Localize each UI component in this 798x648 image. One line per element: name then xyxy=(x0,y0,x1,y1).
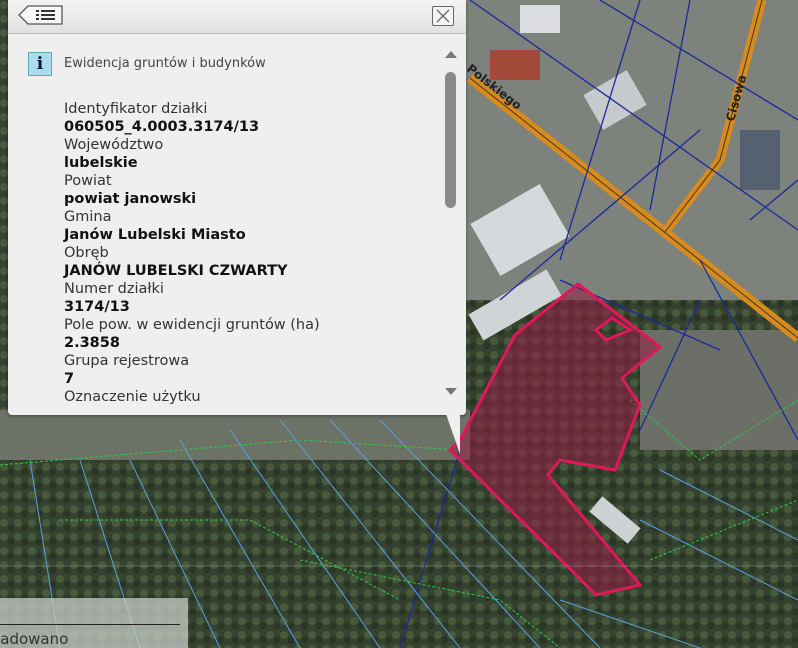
close-button[interactable] xyxy=(432,6,454,26)
attribute-list: Identyfikator działki 060505_4.0003.3174/… xyxy=(64,100,434,406)
panel-header xyxy=(8,0,466,34)
field-label: Powiat xyxy=(64,173,112,189)
field-label: Grupa rejestrowa xyxy=(64,353,190,369)
layer-source-title: Ewidencja gruntów i budynków xyxy=(64,56,266,71)
field-label: Województwo xyxy=(64,137,164,153)
field-value: 2.3858 xyxy=(64,335,120,351)
field-oznaczenie: Oznaczenie użytku xyxy=(64,388,434,406)
field-value: JANÓW LUBELSKI CZWARTY xyxy=(64,263,288,279)
status-overlay: ładowano xyxy=(0,598,188,648)
scrollbar-thumb[interactable] xyxy=(445,72,456,208)
field-powiat: Powiat powiat janowski xyxy=(64,172,434,208)
field-grupa: Grupa rejestrowa 7 xyxy=(64,352,434,388)
field-value: 3174/13 xyxy=(64,299,130,315)
field-pole: Pole pow. w ewidencji gruntów (ha) 2.3858 xyxy=(64,316,434,352)
list-back-icon xyxy=(18,5,63,25)
field-value: powiat janowski xyxy=(64,191,197,207)
field-label: Oznaczenie użytku xyxy=(64,389,201,405)
field-label: Identyfikator działki xyxy=(64,101,208,117)
field-label: Pole pow. w ewidencji gruntów (ha) xyxy=(64,317,320,333)
field-value: 060505_4.0003.3174/13 xyxy=(64,119,260,135)
field-label: Numer działki xyxy=(64,281,164,297)
field-label: Obręb xyxy=(64,245,109,261)
back-to-list-button[interactable] xyxy=(18,5,64,25)
identify-panel: i Ewidencja gruntów i budynków Identyfik… xyxy=(8,0,466,415)
field-obreb: Obręb JANÓW LUBELSKI CZWARTY xyxy=(64,244,434,280)
field-value: Janów Lubelski Miasto xyxy=(64,227,246,243)
info-icon: i xyxy=(28,52,52,76)
close-icon xyxy=(436,9,450,23)
divider xyxy=(0,624,180,625)
field-identyfikator: Identyfikator działki 060505_4.0003.3174/… xyxy=(64,100,434,136)
scroll-up-icon[interactable] xyxy=(440,48,462,60)
panel-pointer xyxy=(446,414,460,454)
scroll-down-icon[interactable] xyxy=(440,386,462,398)
field-wojewodztwo: Województwo lubelskie xyxy=(64,136,434,172)
field-gmina: Gmina Janów Lubelski Miasto xyxy=(64,208,434,244)
panel-content: i Ewidencja gruntów i budynków Identyfik… xyxy=(8,36,438,415)
field-label: Gmina xyxy=(64,209,112,225)
status-text: ładowano xyxy=(0,630,69,648)
field-numer: Numer działki 3174/13 xyxy=(64,280,434,316)
field-value: 7 xyxy=(64,371,75,387)
scrollbar[interactable] xyxy=(440,42,462,412)
field-value: lubelskie xyxy=(64,155,138,171)
